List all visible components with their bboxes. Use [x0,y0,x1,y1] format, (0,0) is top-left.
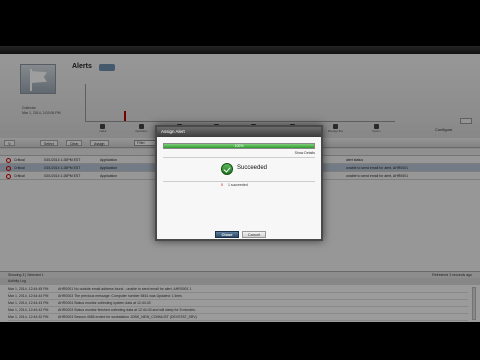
alerts-chart [85,84,395,122]
row-message: unable to send email for alert, AHR0001 [346,174,409,178]
chart-category-label: Message Bus [327,130,344,133]
refresh-button[interactable]: ↻ [4,140,15,146]
log-time: Mar 1, 2014, 12:44:32 PM [8,315,49,319]
result-status: Succeeded [237,165,268,171]
system-icon [373,124,379,129]
result-summary: 0 1 succeeded [221,183,248,187]
message-bus-icon [333,124,339,129]
chart-bar [124,111,126,121]
row-time: 03/1/2014 1:26PM EST [44,166,81,170]
configure-label: Configure [435,127,453,132]
progress-bar: 100% [163,143,315,149]
row-type: Application [100,174,118,178]
log-row: Mar 1, 2014, 12:44:32 PM AHR0003 Sesson 4… [8,313,468,321]
dialog-title: Assign Alert [157,127,321,137]
progress-label: 100% [234,144,244,148]
activity-log-header: Activity Log [0,278,480,285]
failed-icon [100,124,106,129]
log-message: AHR0003 Sesson 4565 ended for workstatio… [58,315,197,319]
configure-button[interactable] [460,118,472,124]
row-severity: Critical [14,174,25,178]
succeeded-count: 1 succeeded [227,183,248,187]
show-details-link[interactable]: Show Details [295,151,315,155]
close-button[interactable]: Close [215,231,239,238]
chart-category-label: Application [135,130,148,133]
chart-category-label: Failed [99,130,107,133]
critical-icon [6,173,11,179]
chart-category-label: System [372,130,381,133]
assign-button[interactable]: Assign [90,140,109,146]
failed-count: 0 [221,183,223,187]
row-type: Application [100,166,118,170]
critical-icon [6,157,11,163]
row-severity: Critical [14,166,25,170]
chart-category[interactable]: Failed [99,124,106,133]
divider [163,157,315,158]
status-bar: Showing 3 | Selected 1 Refreshed 3 secon… [0,271,480,278]
collector-info: Collector Mar 1, 2014, 2:02:06 PM [22,106,61,116]
select-button[interactable]: Select [40,140,58,146]
divider [163,181,315,182]
row-message: alert status [346,158,364,162]
collector-time: Mar 1, 2014, 2:02:06 PM [22,111,61,115]
activity-log: Mar 1, 2014, 12:44:45 PM AHR0001 No outsi… [0,285,480,322]
assign-alert-dialog: Assign Alert 100% Show Details Succeeded… [155,125,323,241]
alerts-flag-icon [20,64,56,94]
critical-icon [6,165,11,171]
alerts-header: Alerts Collector Mar 1, 2014, 2:02:06 PM… [0,54,480,133]
row-time: 03/1/2014 1:26PM EST [44,158,81,162]
screen-frame: Alerts Collector Mar 1, 2014, 2:02:06 PM… [0,46,480,322]
top-bar [0,46,480,54]
header-toggle[interactable] [99,64,115,71]
log-scrollbar[interactable] [472,287,476,320]
row-time: 03/1/2014 1:26PM EST [44,174,81,178]
success-check-icon [221,163,233,175]
application-icon [138,124,144,129]
clear-button[interactable]: Clear [66,140,83,146]
chart-category[interactable]: Application [135,124,148,133]
cancel-button[interactable]: Cancel [242,231,266,238]
row-severity: Critical [14,158,25,162]
chart-category[interactable]: Message Bus [328,124,343,133]
row-type: Application [100,158,118,162]
row-message: unable to send email for alert, AHR0001 [346,166,409,170]
page-title: Alerts [72,63,92,70]
chart-category[interactable]: System [372,124,380,133]
